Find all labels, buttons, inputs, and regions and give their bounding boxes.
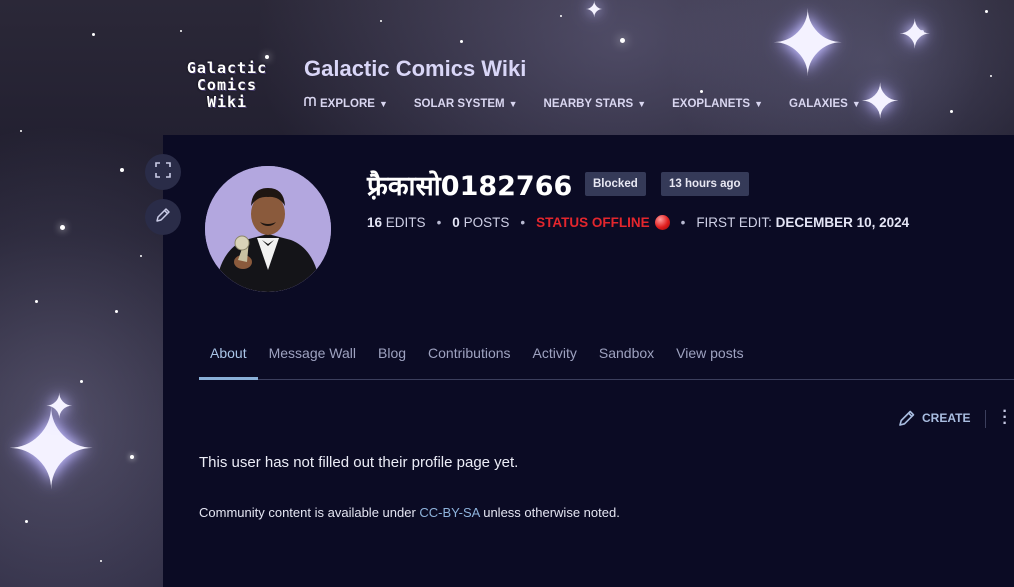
last-seen-badge: 13 hours ago — [661, 172, 749, 196]
first-edit-date: DECEMBER 10, 2024 — [775, 215, 910, 230]
top-nav: EXPLORE ▼ SOLAR SYSTEM ▼ NEARBY STARS ▼ … — [304, 96, 887, 111]
tab-contributions[interactable]: Contributions — [417, 338, 522, 380]
create-button[interactable]: CREATE — [898, 409, 970, 427]
nav-item-exoplanets[interactable]: EXOPLANETS ▼ — [672, 96, 763, 111]
more-options-icon[interactable]: · · · — [999, 404, 1011, 432]
first-edit-label: FIRST EDIT: — [696, 215, 772, 230]
nav-item-explore[interactable]: EXPLORE ▼ — [304, 96, 388, 111]
nav-item-galaxies[interactable]: GALAXIES ▼ — [789, 96, 861, 111]
divider — [985, 410, 986, 428]
avatar-portrait — [205, 166, 331, 292]
edits-label[interactable]: EDITS — [386, 215, 426, 230]
nav-item-nearby-stars[interactable]: NEARBY STARS ▼ — [544, 96, 647, 111]
chevron-down-icon: ▼ — [851, 98, 861, 109]
site-title[interactable]: Galactic Comics Wiki — [304, 56, 526, 82]
profile-stats: 16 EDITS • 0 POSTS • STATUS OFFLINE • FI… — [367, 215, 909, 230]
posts-label[interactable]: POSTS — [464, 215, 510, 230]
tab-about[interactable]: About — [199, 338, 258, 380]
avatar — [205, 166, 331, 292]
chevron-down-icon: ▼ — [508, 98, 518, 109]
tab-activity[interactable]: Activity — [522, 338, 588, 380]
explore-icon — [304, 96, 316, 111]
tab-sandbox[interactable]: Sandbox — [588, 338, 665, 380]
separator-dot: • — [436, 215, 442, 230]
status-indicator-icon — [654, 215, 670, 230]
fullscreen-icon — [155, 161, 171, 183]
page-title: फ़्रैकासो0182766 — [367, 171, 573, 202]
empty-profile-message: This user has not filled out their profi… — [199, 454, 519, 471]
chevron-down-icon: ▼ — [378, 98, 388, 109]
pencil-icon — [898, 409, 916, 427]
tab-view-posts[interactable]: View posts — [665, 338, 754, 380]
license-link[interactable]: CC-BY-SA — [419, 505, 479, 520]
separator-dot: • — [680, 215, 686, 230]
separator-dot: • — [520, 215, 526, 230]
tab-message-wall[interactable]: Message Wall — [258, 338, 367, 380]
edit-button[interactable] — [145, 199, 181, 235]
tab-blog[interactable]: Blog — [367, 338, 417, 380]
nav-item-solar-system[interactable]: SOLAR SYSTEM ▼ — [414, 96, 518, 111]
license-notice: Community content is available under CC-… — [199, 505, 620, 520]
online-status: STATUS OFFLINE — [536, 215, 650, 230]
chevron-down-icon: ▼ — [754, 98, 764, 109]
status-badge-blocked: Blocked — [585, 172, 646, 196]
fullscreen-button[interactable] — [145, 154, 181, 190]
site-logo[interactable]: Galactic Comics Wiki — [168, 60, 286, 116]
edits-count: 16 — [367, 215, 383, 230]
chevron-down-icon: ▼ — [637, 98, 647, 109]
posts-count: 0 — [452, 215, 460, 230]
edit-pencil-icon — [155, 207, 171, 228]
profile-tabs: About Message Wall Blog Contributions Ac… — [199, 338, 1014, 380]
